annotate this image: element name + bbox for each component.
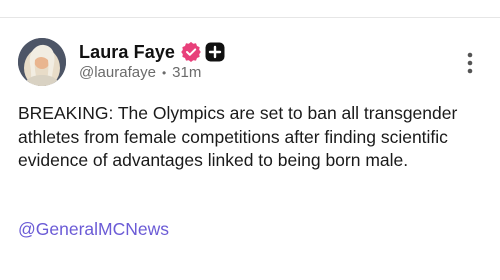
avatar[interactable] (18, 38, 66, 86)
name-row: Laura Faye (79, 41, 225, 63)
post-body: BREAKING: The Olympics are set to ban al… (18, 103, 458, 170)
meta-separator: • (161, 65, 167, 80)
post-meta: @laurafaye • 31m (79, 64, 201, 81)
timestamp[interactable]: 31m (172, 64, 201, 81)
plus-badge-icon (205, 42, 225, 62)
more-options-button[interactable] (462, 50, 478, 76)
verified-badge-icon (181, 41, 201, 62)
post-screen: Laura Faye @laurafaye • 31m BREAKING: Th… (0, 0, 500, 280)
handle[interactable]: @laurafaye (79, 64, 156, 81)
avatar-image (18, 38, 66, 86)
mention-link[interactable]: @GeneralMCNews (18, 219, 169, 240)
vertical-ellipsis-icon (467, 52, 473, 74)
display-name[interactable]: Laura Faye (79, 42, 175, 63)
